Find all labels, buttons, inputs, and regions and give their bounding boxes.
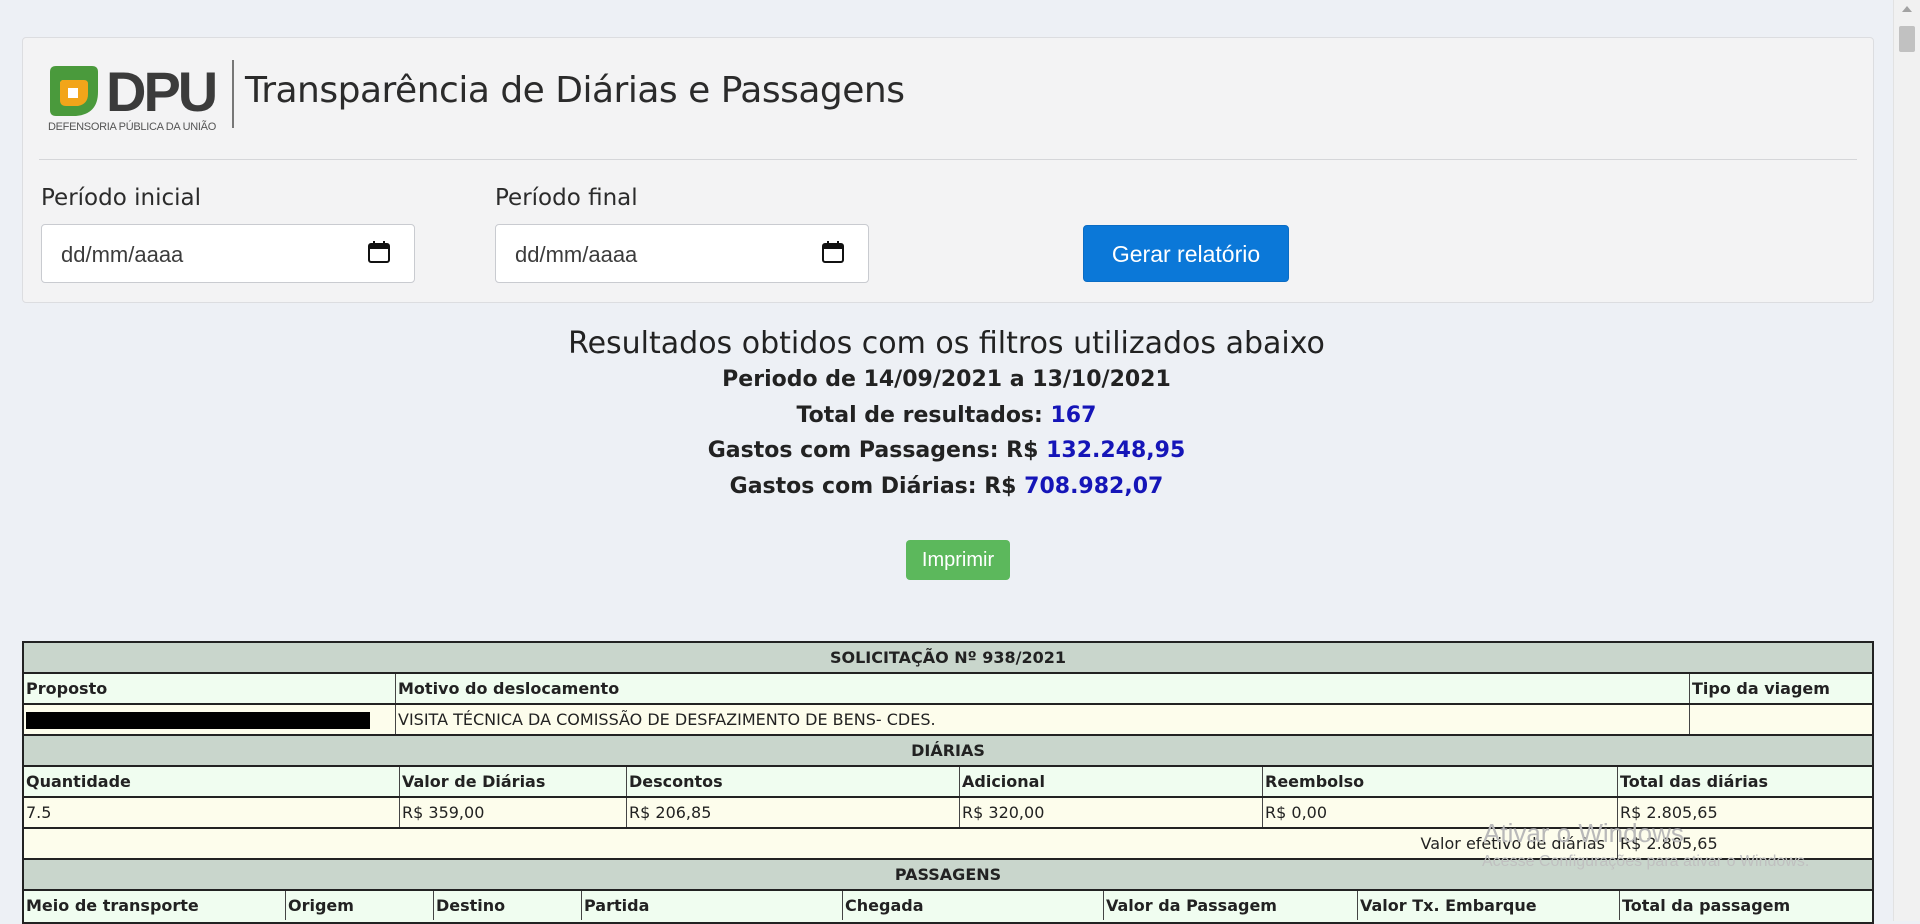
tipo-value xyxy=(1689,705,1872,734)
header-adicional: Adicional xyxy=(959,767,1262,796)
request-data-row: VISITA TÉCNICA DA COMISSÃO DE DESFAZIMEN… xyxy=(24,705,1872,736)
calendar-icon[interactable] xyxy=(368,241,390,263)
header-meio-transporte: Meio de transporte xyxy=(26,896,199,915)
quantidade-value: 7.5 xyxy=(26,803,52,822)
results-total-value: 167 xyxy=(1050,403,1097,428)
valor-diarias-value: R$ 359,00 xyxy=(399,798,626,827)
header-total-passagem: Total da passagem xyxy=(1619,891,1872,920)
header-valor-diarias: Valor de Diárias xyxy=(399,767,626,796)
results-tickets: Gastos com Passagens: R$ 132.248,95 xyxy=(0,438,1893,463)
request-report: SOLICITAÇÃO Nº 938/2021 Proposto Motivo … xyxy=(22,641,1874,924)
request-header-row: Proposto Motivo do deslocamento Tipo da … xyxy=(24,674,1872,705)
logo-divider xyxy=(232,60,234,128)
results-tickets-label: Gastos com Passagens: R$ xyxy=(707,438,1039,463)
header-total-diarias: Total das diárias xyxy=(1617,767,1872,796)
print-button[interactable]: Imprimir xyxy=(906,540,1010,580)
header-motivo: Motivo do deslocamento xyxy=(395,674,1689,703)
end-date-placeholder: dd/mm/aaaa xyxy=(515,242,638,267)
tickets-header-row: Meio de transporte Origem Destino Partid… xyxy=(24,891,1872,922)
generate-report-button[interactable]: Gerar relatório xyxy=(1083,225,1289,282)
logo-text: DPU xyxy=(106,60,218,123)
windows-activation-subtitle: Acesse Configurações para ativar o Windo… xyxy=(1482,853,1810,870)
header-chegada: Chegada xyxy=(842,891,1103,920)
header-destino: Destino xyxy=(433,891,581,920)
results-total-label: Total de resultados: xyxy=(796,403,1043,428)
scroll-up-icon[interactable] xyxy=(1902,6,1912,12)
results-per-diem-label: Gastos com Diárias: R$ xyxy=(729,474,1017,499)
results-period: Periodo de 14/09/2021 a 13/10/2021 xyxy=(722,367,1171,392)
header-partida: Partida xyxy=(581,891,842,920)
start-date-placeholder: dd/mm/aaaa xyxy=(61,242,184,267)
logo-subtitle: DEFENSORIA PÚBLICA DA UNIÃO xyxy=(48,121,216,133)
end-date-input[interactable]: dd/mm/aaaa xyxy=(495,224,869,283)
results-total: Total de resultados: 167 xyxy=(0,403,1893,428)
effective-label: Valor efetivo de diárias xyxy=(1420,834,1605,853)
filter-panel: DPU DEFENSORIA PÚBLICA DA UNIÃO Transpar… xyxy=(22,37,1874,303)
page-scrollbar[interactable] xyxy=(1893,0,1920,921)
header-divider xyxy=(39,159,1857,160)
redaction-bar xyxy=(26,712,370,729)
header-descontos: Descontos xyxy=(626,767,959,796)
calendar-icon[interactable] xyxy=(822,241,844,263)
proposto-redacted xyxy=(24,705,395,734)
header-valor-passagem: Valor da Passagem xyxy=(1103,891,1357,920)
header-reembolso: Reembolso xyxy=(1262,767,1617,796)
request-title: SOLICITAÇÃO Nº 938/2021 xyxy=(24,643,1872,674)
windows-activation-title: Ativar o Windows xyxy=(1483,818,1684,848)
dpu-logo: DPU DEFENSORIA PÚBLICA DA UNIÃO xyxy=(48,60,238,140)
header-quantidade: Quantidade xyxy=(26,772,131,791)
start-date-input[interactable]: dd/mm/aaaa xyxy=(41,224,415,283)
header-proposto: Proposto xyxy=(26,679,108,698)
dpu-leaf-icon xyxy=(50,66,98,116)
results-per-diem-value: 708.982,07 xyxy=(1024,474,1164,499)
header-origem: Origem xyxy=(285,891,433,920)
per-diem-header-row: Quantidade Valor de Diárias Descontos Ad… xyxy=(24,767,1872,798)
end-date-label: Período final xyxy=(495,185,638,211)
motivo-value: VISITA TÉCNICA DA COMISSÃO DE DESFAZIMEN… xyxy=(395,705,1689,734)
results-tickets-value: 132.248,95 xyxy=(1046,438,1186,463)
start-date-label: Período inicial xyxy=(41,185,201,211)
page-title: Transparência de Diárias e Passagens xyxy=(245,70,905,111)
header-tipo: Tipo da viagem xyxy=(1689,674,1872,703)
descontos-value: R$ 206,85 xyxy=(626,798,959,827)
header-valor-taxa: Valor Tx. Embarque xyxy=(1357,891,1619,920)
adicional-value: R$ 320,00 xyxy=(959,798,1262,827)
results-heading: Resultados obtidos com os filtros utiliz… xyxy=(568,326,1325,361)
results-per-diem: Gastos com Diárias: R$ 708.982,07 xyxy=(0,474,1893,499)
scrollbar-thumb[interactable] xyxy=(1899,26,1915,52)
per-diem-title: DIÁRIAS xyxy=(24,736,1872,767)
